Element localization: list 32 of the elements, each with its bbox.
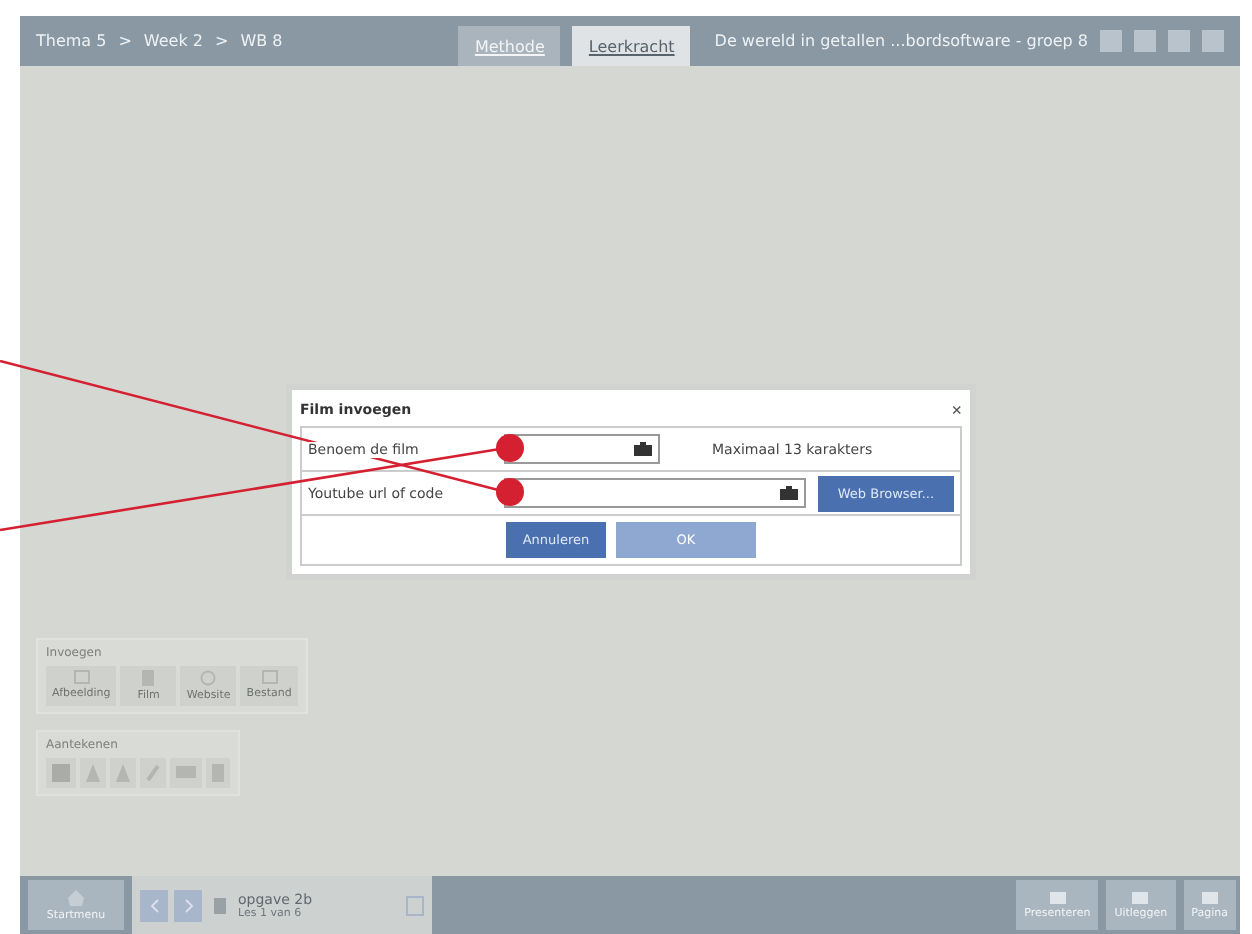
breadcrumb-separator: > [118,32,132,50]
breadcrumb-link[interactable]: Thema 5 [36,32,107,50]
chevron-left-icon [149,897,159,913]
camera-icon[interactable] [634,442,652,456]
tool-button[interactable] [140,758,166,788]
camera-icon[interactable] [779,486,798,500]
tool-button[interactable] [110,758,136,788]
globe-icon [200,670,217,686]
tool-button[interactable] [80,758,106,788]
tab[interactable]: Leerkracht [572,26,691,66]
pencil-icon [146,764,160,782]
window-title: De wereld in getallen ...bordsoftware - groep 8 [714,32,1088,50]
window-control-icon[interactable] [1134,30,1156,52]
breadcrumb-separator: > [214,32,229,50]
toolbar-icon [1201,891,1218,903]
breadcrumb-link[interactable]: Week 2 [143,32,203,50]
home-icon [68,889,84,905]
tool-button[interactable] [46,758,76,788]
window-control-icon[interactable] [1202,30,1224,52]
chevron-right-icon [183,897,193,913]
picture-frame-icon [73,670,90,684]
breadcrumb-link[interactable]: WB 8 [240,32,283,50]
tab[interactable]: Methode [458,26,561,66]
window-control-icon[interactable] [1168,30,1190,52]
window-control-icon[interactable] [1100,30,1122,52]
tool-button[interactable] [206,758,230,788]
close-button[interactable]: × [951,400,962,420]
next-button[interactable] [174,889,202,921]
previous-button[interactable] [140,889,168,921]
toolbar-icon [1132,891,1149,903]
toolbar-icon [1049,891,1066,903]
tool-button[interactable] [170,758,202,788]
